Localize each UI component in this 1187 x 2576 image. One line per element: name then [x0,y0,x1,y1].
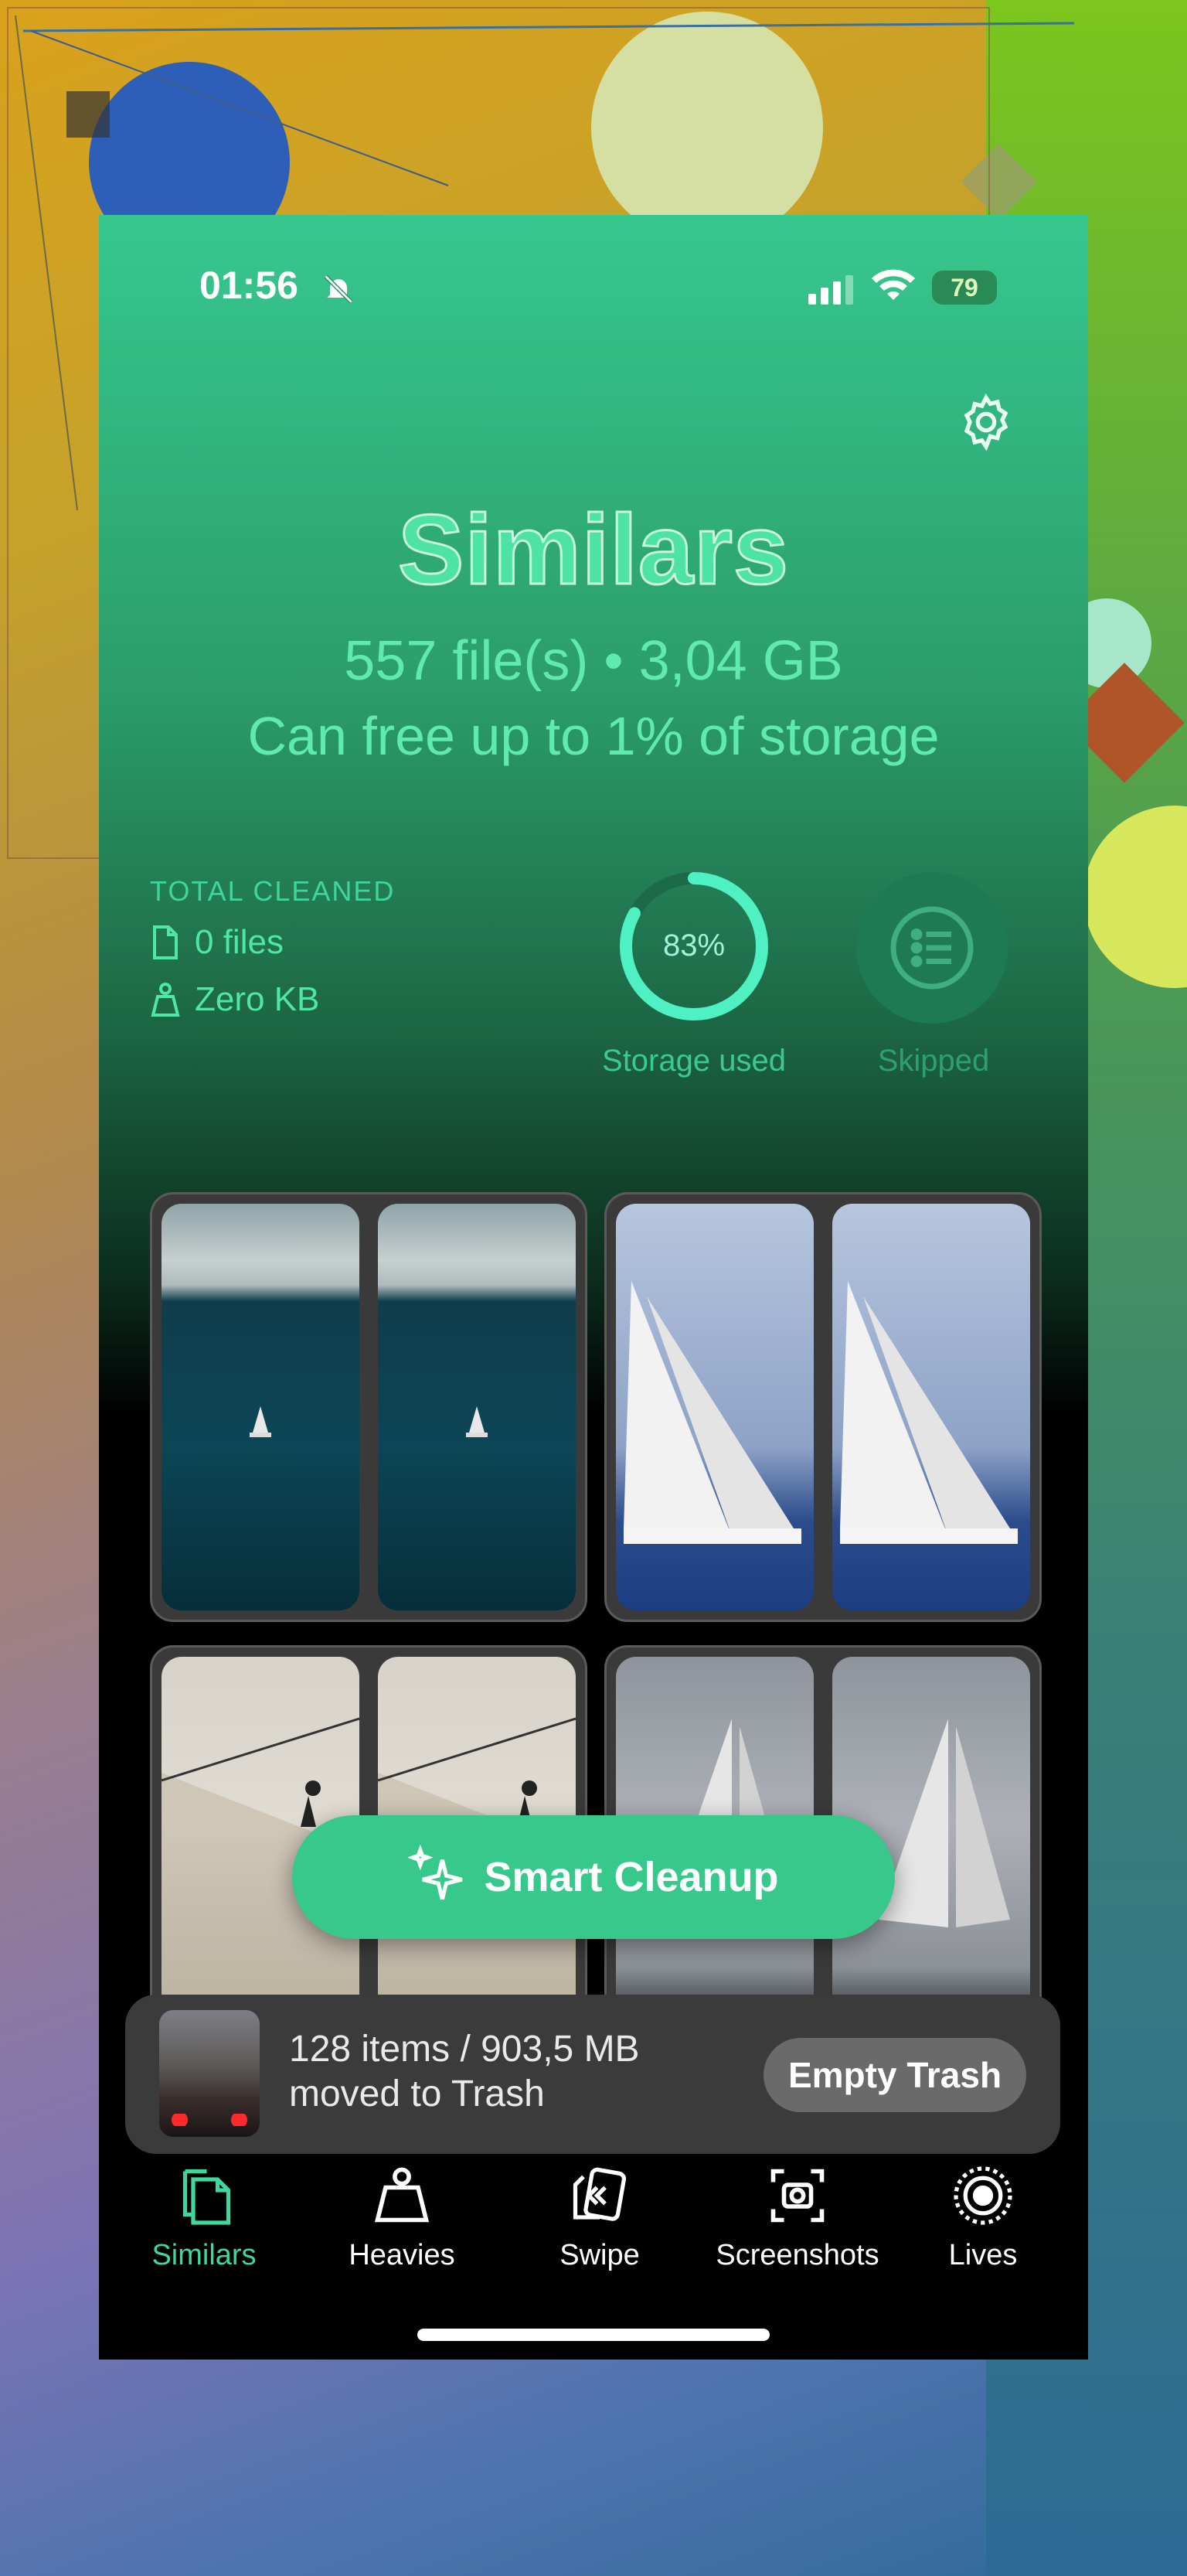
storage-ring: 83% [620,872,768,1021]
smart-cleanup-button[interactable]: Smart Cleanup [292,1815,895,1939]
tab-label: Lives [948,2239,1018,2271]
sparkles-icon [408,1845,463,1900]
tab-label: Similars [151,2239,257,2271]
trash-summary-line2: moved to Trash [289,2073,545,2114]
similars-icon [182,2169,231,2225]
skipped-button[interactable] [856,872,1008,1024]
photo-thumbnail[interactable] [162,1204,359,1610]
wifi-icon [872,269,915,300]
trash-summary-line1: 128 items / 903,5 MB [289,2029,640,2070]
sailboat-image [624,1281,801,1544]
empty-trash-button[interactable]: Empty Trash [764,2038,1026,2112]
tab-label: Heavies [349,2239,455,2271]
tab-similars[interactable]: Similars [111,2163,297,2272]
weight-icon [151,983,180,1017]
battery-indicator: 79 [932,271,997,305]
photo-thumbnail[interactable] [616,1204,814,1610]
storage-percent: 83% [663,929,725,963]
sailboat-image [250,1406,271,1437]
photo-thumbnail[interactable] [378,1204,576,1610]
signal-icon [808,275,853,305]
tab-bar: Similars Heavies Swipe Screenshots Lives [99,2163,1088,2287]
swipe-icon [573,2167,627,2221]
similar-group-card[interactable] [150,1192,587,1622]
tab-screenshots[interactable]: Screenshots [705,2163,890,2272]
gear-icon[interactable] [955,391,1017,453]
tab-swipe[interactable]: Swipe [507,2163,692,2272]
home-indicator [417,2329,770,2341]
list-icon [890,906,974,990]
total-cleaned-label: TOTAL CLEANED [150,875,396,907]
silent-bell-icon [324,274,353,304]
document-icon [153,925,178,959]
trash-summary: 128 items / 903,5 MB moved to Trash [289,2027,640,2117]
weight-icon [374,2167,430,2223]
tab-label: Swipe [559,2239,640,2271]
screenshot-icon [770,2169,825,2223]
trash-banner: 128 items / 903,5 MB moved to Trash Empt… [125,1995,1060,2154]
free-storage-note: Can free up to 1% of storage [247,706,940,766]
cleaned-files-row: 0 files [150,923,284,962]
cleaned-files-value: 0 files [195,923,284,961]
files-summary: 557 file(s) • 3,04 GB [344,630,843,692]
trash-thumbnail [159,2010,260,2137]
storage-used-label: Storage used [602,1044,786,1078]
app-screen: 01:56 79 Similars 557 file(s) • 3,04 GB … [99,215,1088,2360]
tab-heavies[interactable]: Heavies [309,2163,495,2272]
status-bar: 01:56 79 [99,263,1088,309]
cleaned-size-value: Zero KB [195,980,320,1018]
sailboat-image [840,1281,1018,1544]
tab-label: Screenshots [716,2239,879,2271]
tab-lives[interactable]: Lives [890,2163,1076,2272]
status-time: 01:56 [199,264,298,307]
skipped-label: Skipped [877,1044,990,1078]
sailboat-image [466,1406,488,1437]
page-title: Similars [396,494,790,607]
smart-cleanup-label: Smart Cleanup [484,1854,779,1900]
live-photo-icon [954,2166,1012,2225]
cleaned-size-row: Zero KB [150,980,319,1019]
similar-group-card[interactable] [604,1192,1042,1622]
photo-thumbnail[interactable] [832,1204,1030,1610]
battery-level: 79 [951,274,978,302]
